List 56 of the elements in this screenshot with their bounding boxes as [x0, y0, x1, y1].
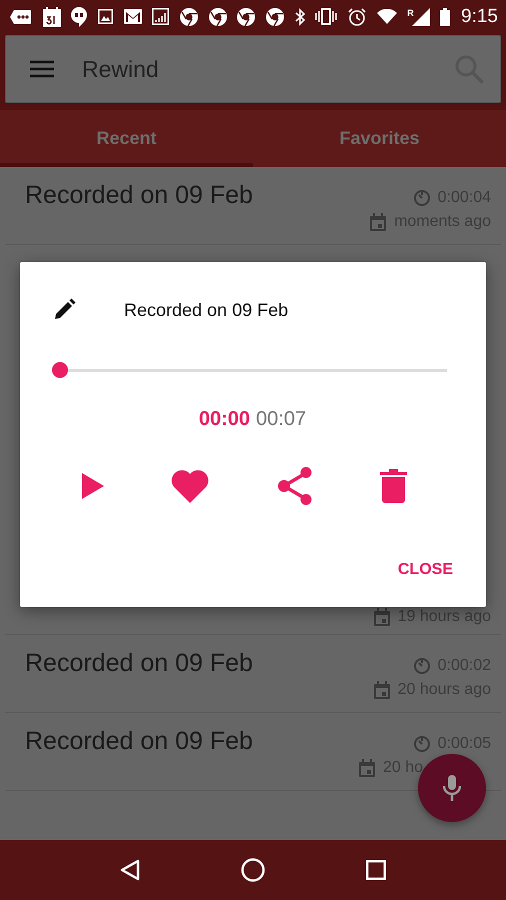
tab[interactable]: Recent: [0, 110, 253, 167]
message-icon: [10, 8, 32, 24]
home-button[interactable]: [240, 858, 265, 882]
total-time: 00:07: [256, 408, 306, 431]
recents-icon: [366, 860, 386, 880]
slider-thumb[interactable]: [52, 362, 68, 378]
play-icon: [82, 473, 104, 499]
vibrate-icon: [315, 8, 338, 25]
timer-icon: [412, 735, 431, 753]
tab[interactable]: Favorites: [253, 110, 506, 167]
browser-icon: [266, 8, 284, 26]
calendar-icon: [42, 6, 61, 26]
image-icon: [98, 9, 113, 24]
search-bar[interactable]: Rewind: [5, 35, 501, 103]
calendar-icon: [369, 213, 388, 231]
timer-icon: [412, 189, 431, 207]
microphone-icon: [443, 775, 461, 801]
trash-icon: [380, 469, 407, 503]
rename-button[interactable]: [52, 298, 76, 322]
close-button[interactable]: CLOSE: [398, 553, 453, 587]
play-button[interactable]: [82, 473, 104, 499]
menu-icon: [30, 60, 54, 78]
back-icon: [120, 859, 140, 881]
app-title: Rewind: [82, 56, 160, 82]
elapsed-time: 00:00: [198, 408, 250, 431]
alarm-icon: [348, 8, 366, 26]
recents-button[interactable]: [366, 860, 386, 880]
calendar-icon: [372, 608, 391, 626]
back-button[interactable]: [120, 859, 140, 881]
heart-icon: [171, 469, 210, 503]
favorite-button[interactable]: [171, 469, 210, 503]
dialog-title: Recorded on 09 Feb: [124, 300, 288, 320]
browser-icon: [208, 8, 227, 26]
recording-title: Recorded on 09 Feb: [25, 649, 253, 679]
share-icon: [276, 467, 313, 505]
recording-title: Recorded on 09 Feb: [25, 181, 253, 211]
recording-title: Recorded on 09 Feb: [25, 727, 253, 757]
calendar-icon: [372, 681, 391, 699]
quote-bubble-icon: [71, 6, 88, 26]
menu-button[interactable]: [30, 60, 54, 78]
bar-chart-icon: [152, 8, 170, 25]
pencil-icon: [52, 298, 76, 322]
mail-icon: [124, 9, 142, 24]
clock-time: 9:15: [461, 6, 498, 28]
wifi-icon: [376, 9, 397, 24]
battery-icon: [440, 8, 450, 26]
browser-icon: [180, 8, 198, 26]
signal-icon: [412, 8, 430, 26]
timer-icon: [412, 657, 431, 675]
bluetooth-icon: [294, 8, 305, 26]
roaming-label: R: [407, 8, 414, 18]
share-button[interactable]: [276, 467, 313, 505]
home-icon: [240, 858, 265, 882]
calendar-icon: [358, 759, 376, 777]
browser-icon: [237, 8, 256, 26]
delete-button[interactable]: [380, 469, 407, 503]
